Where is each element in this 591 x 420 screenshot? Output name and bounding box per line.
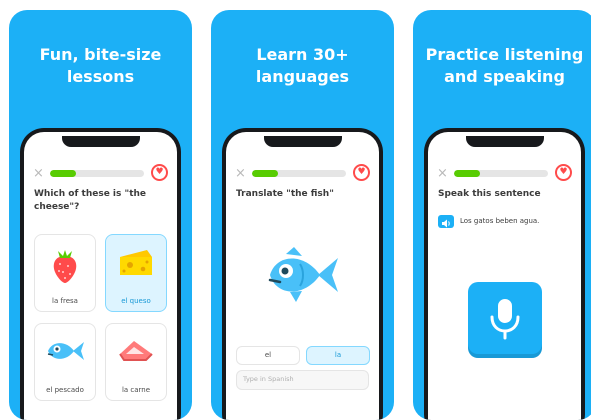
phone-screen: × ♥ Which of these is "the cheese"? la f… bbox=[24, 132, 177, 420]
phone-notch bbox=[263, 136, 342, 147]
fish-icon bbox=[47, 342, 84, 360]
phone-frame: × ♥ Which of these is "the cheese"? la f… bbox=[20, 128, 181, 420]
heart-icon: ♥ bbox=[151, 164, 168, 181]
cheese-icon bbox=[120, 250, 152, 275]
sentence-text: Los gatos beben agua. bbox=[460, 217, 540, 225]
promo-panel-speaking: Practice listening and speaking × ♥ Spea… bbox=[413, 10, 591, 420]
microphone-icon bbox=[490, 299, 520, 340]
speaker-icon bbox=[442, 219, 450, 228]
close-icon[interactable]: × bbox=[33, 166, 44, 182]
panel-title: Fun, bite-size lessons bbox=[39, 45, 162, 86]
heart-icon: ♥ bbox=[555, 164, 572, 181]
word-bank-la[interactable]: la bbox=[306, 346, 370, 365]
word-bank-el[interactable]: el bbox=[236, 346, 300, 365]
choice-label: el queso bbox=[121, 297, 151, 305]
panel-title: Learn 30+ languages bbox=[255, 45, 350, 86]
promo-panel-languages: Learn 30+ languages × ♥ Translate "the f… bbox=[211, 10, 394, 420]
phone-screen: × ♥ Translate "the fish" el la Type in S… bbox=[226, 132, 379, 420]
question-prompt: Which of these is "the cheese"? bbox=[34, 189, 147, 212]
choice-card-la-carne[interactable]: la carne bbox=[105, 323, 167, 401]
strawberry-icon bbox=[53, 250, 77, 283]
choice-label: la fresa bbox=[52, 297, 78, 305]
phone-screen: × ♥ Speak this sentence Los gatos beben … bbox=[428, 132, 581, 420]
meat-icon bbox=[119, 341, 153, 361]
speaker-button[interactable] bbox=[438, 215, 454, 228]
choice-card-el-queso[interactable]: el queso bbox=[105, 234, 167, 312]
choice-label: el pescado bbox=[46, 386, 84, 394]
choice-card-el-pescado[interactable]: el pescado bbox=[34, 323, 96, 401]
microphone-button[interactable] bbox=[468, 282, 542, 354]
progress-fill bbox=[454, 170, 481, 177]
fish-icon bbox=[268, 247, 338, 302]
close-icon[interactable]: × bbox=[235, 166, 246, 182]
translation-input[interactable]: Type in Spanish bbox=[236, 370, 369, 390]
progress-bar bbox=[50, 170, 144, 177]
lesson-topbar: × ♥ bbox=[235, 164, 370, 182]
progress-fill bbox=[252, 170, 279, 177]
lesson-topbar: × ♥ bbox=[33, 164, 168, 182]
heart-icon: ♥ bbox=[353, 164, 370, 181]
phone-frame: × ♥ Speak this sentence Los gatos beben … bbox=[424, 128, 585, 420]
phone-frame: × ♥ Translate "the fish" el la Type in S… bbox=[222, 128, 383, 420]
phone-notch bbox=[465, 136, 544, 147]
phone-notch bbox=[61, 136, 140, 147]
panel-title: Practice listening and speaking bbox=[425, 45, 584, 86]
choice-label: la carne bbox=[121, 386, 151, 394]
question-prompt: Speak this sentence bbox=[438, 189, 541, 199]
close-icon[interactable]: × bbox=[437, 166, 448, 182]
progress-fill bbox=[50, 170, 77, 177]
question-prompt: Translate "the fish" bbox=[236, 189, 334, 199]
promo-panel-lessons: Fun, bite-size lessons × ♥ Which of thes… bbox=[9, 10, 192, 420]
progress-bar bbox=[454, 170, 548, 177]
lesson-topbar: × ♥ bbox=[437, 164, 572, 182]
progress-bar bbox=[252, 170, 346, 177]
choice-card-la-fresa[interactable]: la fresa bbox=[34, 234, 96, 312]
